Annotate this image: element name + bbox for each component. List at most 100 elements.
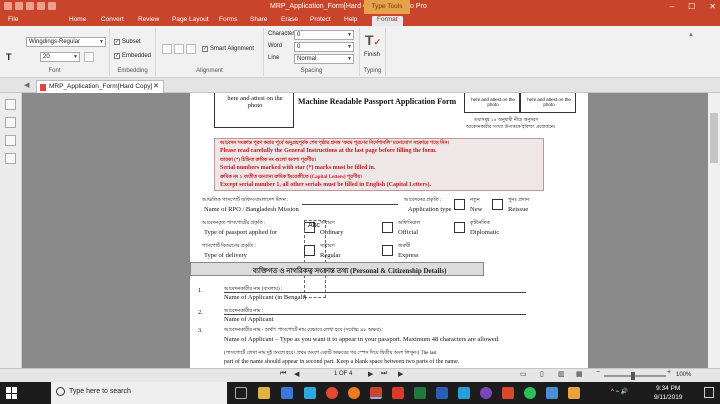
word-icon[interactable]: [436, 387, 448, 399]
express-checkbox[interactable]: [382, 245, 393, 256]
app-icon[interactable]: [4, 2, 12, 10]
diplomatic-checkbox[interactable]: [454, 222, 465, 233]
tab-forms[interactable]: Forms: [219, 16, 237, 23]
reissue-checkbox[interactable]: [492, 199, 503, 210]
delivery-label-bn: পাসপোর্ট বিতরণের প্রকৃতি :: [202, 244, 256, 249]
line-spacing-select[interactable]: Normal ▼: [294, 54, 354, 64]
field-2-input[interactable]: [224, 314, 526, 315]
font-name-select[interactable]: Wingdings-Regular ▼: [26, 37, 106, 47]
align-right-icon[interactable]: [186, 44, 196, 54]
app-icon-extra-1[interactable]: [546, 387, 558, 399]
file-explorer-icon[interactable]: [258, 387, 270, 399]
play-icon[interactable]: ▶: [398, 370, 403, 378]
app-icon-extra-2[interactable]: [568, 387, 580, 399]
system-tray-icons[interactable]: ^ ⌁ 🔊: [611, 388, 628, 395]
tab-format[interactable]: Format: [372, 16, 403, 26]
tab-review[interactable]: Review: [138, 16, 159, 23]
close-button[interactable]: ✕: [709, 2, 716, 11]
open-icon[interactable]: [15, 2, 23, 10]
field-1-input[interactable]: [224, 292, 526, 293]
firefox-icon[interactable]: [348, 387, 360, 399]
whatsapp-icon[interactable]: [524, 387, 536, 399]
official-checkbox[interactable]: [382, 222, 393, 233]
document-tab[interactable]: MRP_Application_Form[Hard Copy] ✕: [36, 80, 164, 93]
pages-panel-icon[interactable]: [5, 99, 16, 110]
first-page-icon[interactable]: ⏮: [280, 370, 286, 378]
tab-file[interactable]: File: [8, 16, 18, 23]
task-view-icon[interactable]: [235, 387, 247, 399]
acrobat-icon[interactable]: [392, 387, 404, 399]
align-left-icon[interactable]: [162, 44, 172, 54]
nitro-pro-icon[interactable]: [370, 387, 382, 399]
scrollbar-thumb[interactable]: [710, 113, 718, 163]
embedding-group-label: Embedding: [117, 68, 148, 74]
taskbar-clock[interactable]: 9:34 PM 9/11/2019: [654, 384, 682, 402]
line-label: Line: [268, 55, 280, 61]
edge-browser-icon[interactable]: [281, 387, 293, 399]
embedded-checkbox[interactable]: ✓ Embedded: [114, 53, 151, 59]
align-center-icon[interactable]: [174, 44, 184, 54]
view-continuous-icon[interactable]: ▯: [540, 370, 544, 378]
vertical-scrollbar[interactable]: [708, 93, 720, 368]
tab-home[interactable]: Home: [69, 16, 86, 23]
windows-start-icon[interactable]: [6, 387, 18, 399]
diplomatic-label-en: Diplomatic: [470, 229, 500, 236]
zoom-out-icon[interactable]: −: [596, 369, 600, 376]
viber-icon[interactable]: [480, 387, 492, 399]
zoom-slider-thumb[interactable]: [631, 372, 635, 380]
next-page-icon[interactable]: ▶: [368, 370, 373, 378]
character-spacing-select[interactable]: 0 ▼: [294, 30, 354, 40]
zoom-slider[interactable]: [604, 375, 666, 377]
font-color-icon[interactable]: [84, 52, 94, 62]
regular-checkbox[interactable]: [304, 245, 315, 256]
view-facing-continuous-icon[interactable]: ▦: [576, 370, 583, 378]
excel-icon[interactable]: [414, 387, 426, 399]
type-text-box[interactable]: Abc: [304, 220, 326, 298]
tab-share[interactable]: Share: [250, 16, 267, 23]
smart-alignment-checkbox[interactable]: ✓ Smart Alignment: [202, 46, 254, 52]
save-icon[interactable]: [26, 2, 34, 10]
minimize-button[interactable]: –: [670, 2, 674, 11]
finish-typing-icon[interactable]: T✓: [365, 32, 381, 48]
maximize-button[interactable]: ☐: [688, 2, 695, 11]
powerpoint-icon[interactable]: [502, 387, 514, 399]
comments-panel-icon[interactable]: [5, 135, 16, 146]
word-spacing-select[interactable]: 0 ▼: [294, 42, 354, 52]
zoom-in-icon[interactable]: +: [667, 369, 671, 376]
chevron-down-icon: ▼: [73, 54, 78, 60]
type-text-cursor-preview: Abc: [308, 222, 321, 229]
new-checkbox[interactable]: [454, 199, 465, 210]
undo-icon[interactable]: [48, 2, 56, 10]
alignment-group-label: Alignment: [196, 68, 223, 74]
tab-protect[interactable]: Protect: [310, 16, 331, 23]
font-size-select[interactable]: 20 ▼: [40, 52, 80, 62]
form-title: Machine Readable Passport Application Fo…: [298, 97, 457, 106]
new-label-en: New: [470, 206, 483, 213]
tab-page-layout[interactable]: Page Layout: [172, 16, 209, 23]
last-page-icon[interactable]: ⏭: [381, 370, 387, 378]
attachments-panel-icon[interactable]: [5, 153, 16, 164]
zoom-level[interactable]: 100%: [676, 372, 691, 378]
collapse-ribbon-icon[interactable]: ▲: [688, 32, 694, 38]
notification-center-icon[interactable]: [704, 387, 714, 398]
status-bar: ⏮ ◀ 1 OF 4 ▶ ⏭ ▶ ▭ ▯ ▥ ▦ − + 100%: [0, 368, 720, 382]
close-tab-icon[interactable]: ✕: [153, 81, 159, 93]
skype-icon[interactable]: [458, 387, 470, 399]
tab-help[interactable]: Help: [344, 16, 357, 23]
rpo-field[interactable]: [302, 204, 398, 205]
view-single-page-icon[interactable]: ▭: [520, 370, 527, 378]
tab-scroll-left-icon[interactable]: ◀: [24, 81, 29, 89]
store-icon[interactable]: [304, 387, 316, 399]
pdf-page[interactable]: here and attest on the photo Machine Rea…: [190, 93, 588, 368]
print-icon[interactable]: [37, 2, 45, 10]
bookmarks-panel-icon[interactable]: [5, 117, 16, 128]
chrome-icon[interactable]: [326, 387, 338, 399]
previous-page-icon[interactable]: ◀: [294, 370, 299, 378]
finish-button[interactable]: Finish: [364, 52, 380, 58]
tab-erase[interactable]: Erase: [281, 16, 298, 23]
view-facing-icon[interactable]: ▥: [558, 370, 565, 378]
page-indicator[interactable]: 1 OF 4: [334, 371, 352, 377]
subset-checkbox[interactable]: ✓ Subset: [114, 39, 141, 45]
tab-convert[interactable]: Convert: [101, 16, 124, 23]
taskbar-search-box[interactable]: Type here to search: [51, 382, 227, 404]
